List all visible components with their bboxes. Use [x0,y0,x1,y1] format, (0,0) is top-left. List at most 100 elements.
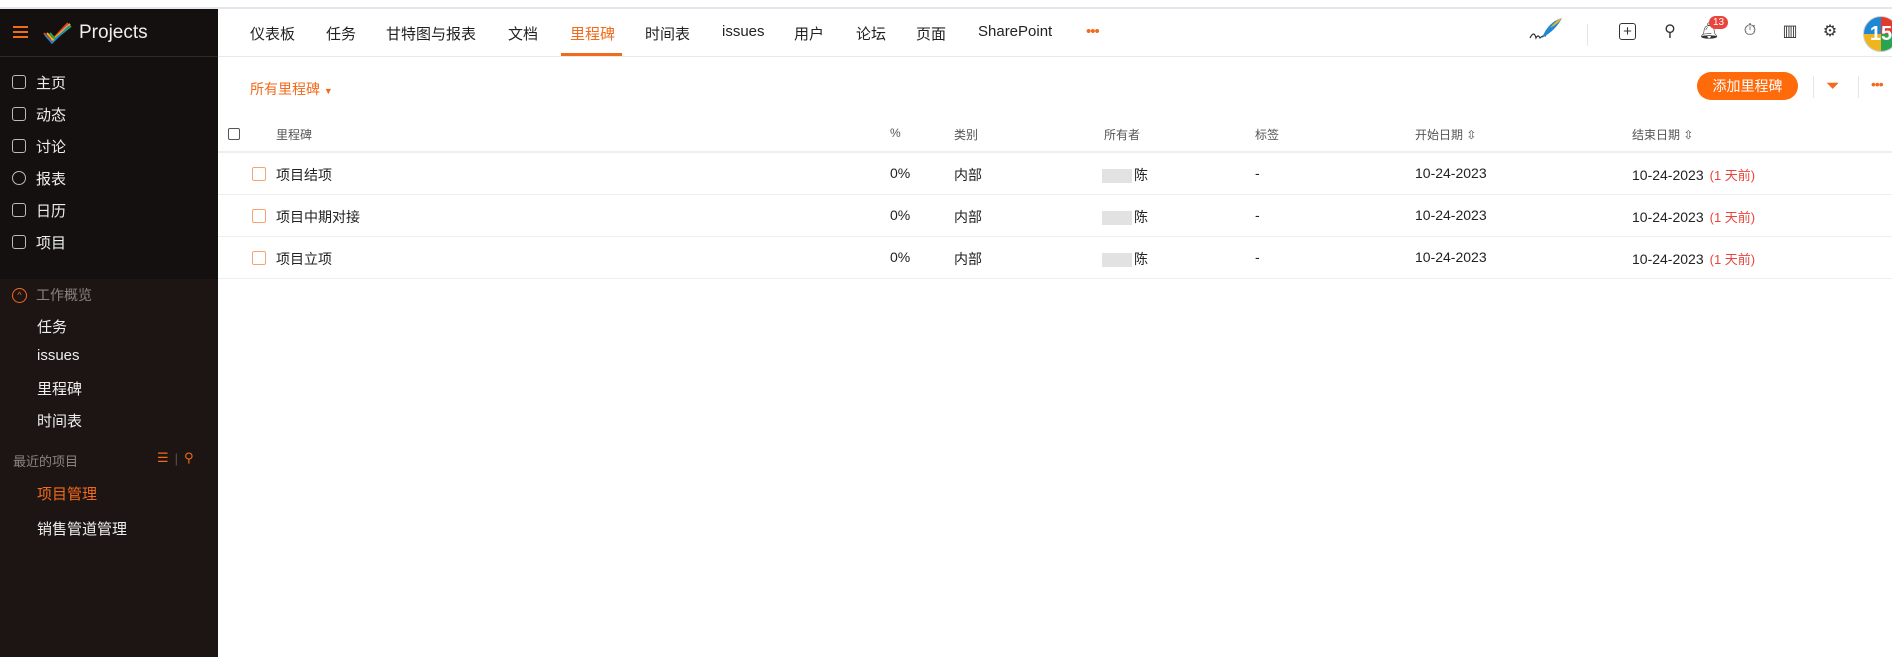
start-date: 10-24-2023 [1415,207,1487,223]
recent-project-item[interactable]: 项目管理 [37,483,97,504]
owner: 陈 [1102,165,1148,185]
column-settings-icon[interactable] [228,128,240,140]
recent-project-item[interactable]: 销售管道管理 [37,518,127,539]
divider: | [174,450,179,466]
tab-issues[interactable]: issues [722,23,765,40]
projects-logo-icon [43,22,72,45]
overdue-label: (1 天前) [1709,252,1756,267]
overdue-label: (1 天前) [1709,210,1756,225]
table-row[interactable]: 项目中期对接 0% 内部 陈 - 10-24-2023 10-24-2023 (1… [218,195,1892,237]
owner: 陈 [1102,207,1148,227]
tab-milestones[interactable]: 里程碑 [570,23,615,44]
report-icon [12,171,26,185]
category: 内部 [954,167,982,183]
timer-icon[interactable]: ⏱︎ [1739,20,1761,42]
sort-icon: ⇳ [1466,128,1477,142]
tab-forum[interactable]: 论坛 [856,23,886,44]
search-icon[interactable]: ⚲ [184,450,194,466]
sidebar-item-feed[interactable]: 动态 [12,103,66,125]
active-tab-indicator [561,53,622,56]
milestone-filter-dropdown[interactable]: 所有里程碑 ▼ [250,79,333,99]
table-row[interactable]: 项目结项 0% 内部 陈 - 10-24-2023 10-24-2023 (1 天… [218,153,1892,195]
caret-down-icon: ▼ [323,86,333,96]
tag: - [1255,165,1260,181]
sort-icon: ⇳ [1683,128,1694,142]
sidebar-sub-milestones[interactable]: 里程碑 [37,378,82,399]
tab-gantt[interactable]: 甘特图与报表 [386,23,476,44]
percent: 0% [890,165,911,181]
tab-documents[interactable]: 文档 [508,23,538,44]
gear-icon[interactable]: ⚙︎ [1819,20,1841,42]
project-icon [12,235,26,249]
sidebar-item-calendar[interactable]: 日历 [12,199,66,221]
sidebar-item-label: 讨论 [36,138,67,156]
feather-signature-icon[interactable] [1528,16,1564,42]
row-checkbox[interactable] [252,209,266,223]
add-icon[interactable]: + [1619,23,1636,40]
percent: 0% [890,249,911,265]
tab-tasks[interactable]: 任务 [326,23,356,44]
recent-tools: ☰ | ⚲ [157,450,194,466]
category: 内部 [954,209,982,225]
milestone-name[interactable]: 项目中期对接 [276,207,360,227]
tag: - [1255,249,1260,265]
end-date-value: 10-24-2023 [1632,167,1704,183]
more-tabs-button[interactable]: ••• [1086,23,1100,40]
sidebar-sub-timesheet[interactable]: 时间表 [37,410,82,431]
home-icon [12,75,26,89]
sidebar-item-discussion[interactable]: 讨论 [12,135,66,157]
avatar[interactable]: 15 [1863,16,1892,52]
milestone-name[interactable]: 项目结项 [276,165,332,185]
top-nav: 仪表板 任务 甘特图与报表 文档 里程碑 时间表 issues 用户 论坛 页面… [218,9,1892,57]
tab-sharepoint[interactable]: SharePoint [978,23,1052,40]
divider [1858,76,1859,98]
category: 内部 [954,251,982,267]
owner-avatar-redacted [1102,169,1132,184]
owner-name: 陈 [1134,209,1148,225]
table-row[interactable]: 项目立项 0% 内部 陈 - 10-24-2023 10-24-2023 (1 天… [218,237,1892,279]
tab-timesheet[interactable]: 时间表 [645,23,690,44]
sidebar-item-home[interactable]: 主页 [12,71,66,93]
column-header-percent: % [890,126,901,140]
tab-pages[interactable]: 页面 [916,23,946,44]
more-options-button[interactable]: ••• [1871,76,1884,92]
column-header-owner: 所有者 [1104,128,1141,142]
filter-label: 所有里程碑 [250,81,320,97]
section-label: 工作概览 [36,287,92,303]
sidebar-sub-tasks[interactable]: 任务 [37,316,67,337]
search-icon[interactable]: ⚲ [1659,20,1681,42]
row-checkbox[interactable] [252,251,266,265]
notification-badge: 13 [1709,16,1729,29]
menu-icon[interactable] [13,26,28,38]
filter-funnel-icon[interactable]: ⏷ [1826,76,1840,96]
column-label: 结束日期 [1632,128,1681,142]
work-overview-toggle[interactable]: ^ 工作概览 [12,285,92,305]
percent: 0% [890,207,911,223]
sidebar-item-projects[interactable]: 项目 [12,231,66,253]
sidebar-sub-issues[interactable]: issues [37,347,80,364]
sidebar-item-label: 动态 [36,106,67,124]
column-label: 开始日期 [1415,128,1464,142]
end-date-value: 10-24-2023 [1632,251,1704,267]
calendar-icon [12,203,26,217]
add-milestone-button[interactable]: 添加里程碑 [1697,72,1798,100]
owner-name: 陈 [1134,251,1148,267]
column-header-end-date[interactable]: 结束日期 ⇳ [1632,126,1693,143]
end-date-value: 10-24-2023 [1632,209,1704,225]
sidebar-item-reports[interactable]: 报表 [12,167,66,189]
feed-icon [12,107,26,121]
sidebar-header: Projects [0,9,218,57]
tab-dashboard[interactable]: 仪表板 [250,23,295,44]
chevron-up-icon: ^ [12,287,27,303]
recent-projects-label: 最近的项目 [13,454,79,469]
column-header-start-date[interactable]: 开始日期 ⇳ [1415,126,1476,143]
settings-sliders-icon[interactable]: ☰ [157,450,169,466]
store-icon[interactable]: ▥ [1779,20,1801,42]
start-date: 10-24-2023 [1415,249,1487,265]
tab-users[interactable]: 用户 [794,23,824,44]
milestone-name[interactable]: 项目立项 [276,249,332,269]
sidebar-item-label: 日历 [36,202,67,220]
row-checkbox[interactable] [252,167,266,181]
overdue-label: (1 天前) [1709,168,1756,183]
start-date: 10-24-2023 [1415,165,1487,181]
